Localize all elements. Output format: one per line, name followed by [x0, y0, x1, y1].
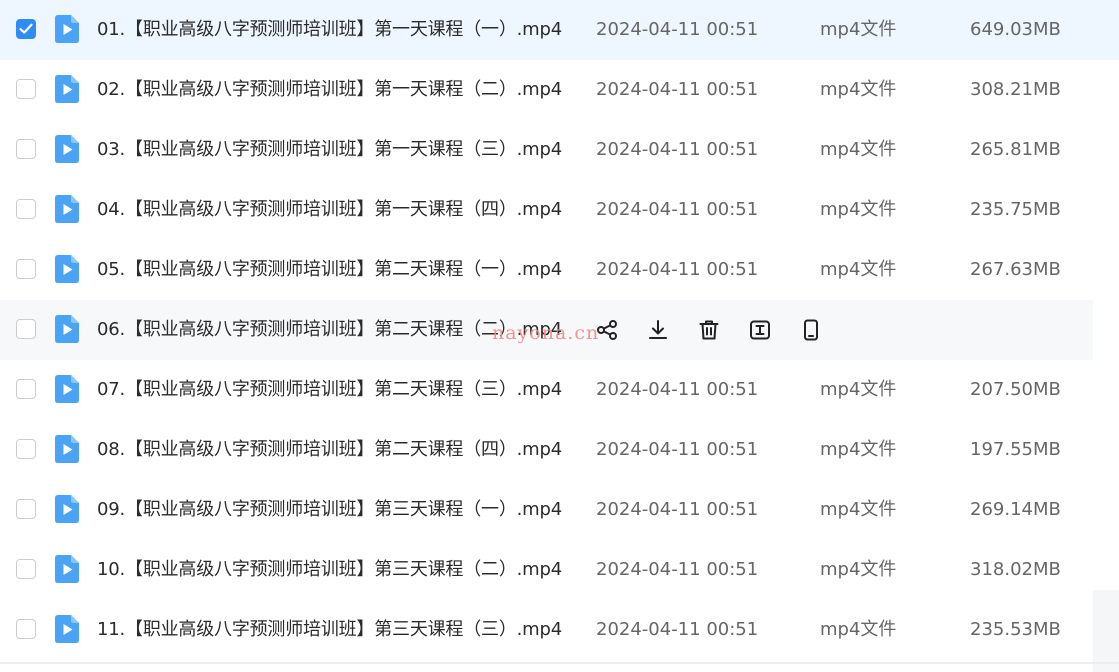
file-size: 235.75MB: [970, 199, 1061, 220]
file-date: 2024-04-11 00:51: [596, 439, 759, 460]
file-size: 235.53MB: [970, 619, 1061, 640]
video-file-icon: [55, 255, 79, 283]
file-row[interactable]: 07.【职业高级八字预测师培训班】第二天课程（三）.mp4 2024-04-11…: [0, 360, 1093, 420]
row-checkbox[interactable]: [16, 199, 36, 219]
file-type: mp4文件: [820, 499, 897, 520]
rename-icon[interactable]: [748, 318, 772, 342]
scrollbar-track[interactable]: [1093, 590, 1119, 672]
row-checkbox[interactable]: [16, 139, 36, 159]
check-icon: [19, 23, 33, 34]
file-type: mp4文件: [820, 259, 897, 280]
file-row[interactable]: 04.【职业高级八字预测师培训班】第一天课程（四）.mp4 2024-04-11…: [0, 180, 1093, 240]
file-name[interactable]: 01.【职业高级八字预测师培训班】第一天课程（一）.mp4: [97, 0, 562, 60]
video-file-icon: [55, 555, 79, 583]
file-date: 2024-04-11 00:51: [596, 259, 759, 280]
file-row[interactable]: 10.【职业高级八字预测师培训班】第三天课程（二）.mp4 2024-04-11…: [0, 540, 1093, 600]
file-type: mp4文件: [820, 379, 897, 400]
file-name[interactable]: 11.【职业高级八字预测师培训班】第三天课程（三）.mp4: [97, 600, 562, 660]
row-checkbox[interactable]: [16, 259, 36, 279]
video-file-icon: [55, 15, 79, 43]
file-row[interactable]: 02.【职业高级八字预测师培训班】第一天课程（二）.mp4 2024-04-11…: [0, 60, 1093, 120]
file-type: mp4文件: [820, 199, 897, 220]
row-checkbox[interactable]: [16, 19, 36, 39]
file-row[interactable]: 03.【职业高级八字预测师培训班】第一天课程（三）.mp4 2024-04-11…: [0, 120, 1093, 180]
file-name[interactable]: 03.【职业高级八字预测师培训班】第一天课程（三）.mp4: [97, 120, 562, 180]
video-file-icon: [55, 495, 79, 523]
phone-icon[interactable]: [799, 318, 823, 342]
file-name[interactable]: 04.【职业高级八字预测师培训班】第一天课程（四）.mp4: [97, 180, 562, 240]
file-row[interactable]: 01.【职业高级八字预测师培训班】第一天课程（一）.mp4 2024-04-11…: [0, 0, 1119, 60]
row-checkbox[interactable]: [16, 319, 36, 339]
file-type: mp4文件: [820, 439, 897, 460]
file-date: 2024-04-11 00:51: [596, 139, 759, 160]
file-name[interactable]: 02.【职业高级八字预测师培训班】第一天课程（二）.mp4: [97, 60, 562, 120]
file-date: 2024-04-11 00:51: [596, 619, 759, 640]
row-checkbox[interactable]: [16, 79, 36, 99]
file-name[interactable]: 05.【职业高级八字预测师培训班】第二天课程（一）.mp4: [97, 240, 562, 300]
file-name[interactable]: 07.【职业高级八字预测师培训班】第二天课程（三）.mp4: [97, 360, 562, 420]
file-size: 308.21MB: [970, 79, 1061, 100]
file-size: 265.81MB: [970, 139, 1061, 160]
file-type: mp4文件: [820, 139, 897, 160]
row-checkbox[interactable]: [16, 499, 36, 519]
row-checkbox[interactable]: [16, 559, 36, 579]
file-date: 2024-04-11 00:51: [596, 379, 759, 400]
file-date: 2024-04-11 00:51: [596, 559, 759, 580]
file-row[interactable]: 05.【职业高级八字预测师培训班】第二天课程（一）.mp4 2024-04-11…: [0, 240, 1093, 300]
video-file-icon: [55, 135, 79, 163]
file-name[interactable]: 10.【职业高级八字预测师培训班】第三天课程（二）.mp4: [97, 540, 562, 600]
file-size: 207.50MB: [970, 379, 1061, 400]
file-size: 318.02MB: [970, 559, 1061, 580]
row-checkbox[interactable]: [16, 379, 36, 399]
file-size: 649.03MB: [970, 19, 1061, 40]
file-type: mp4文件: [820, 559, 897, 580]
watermark-text: nayona.cn: [492, 322, 600, 344]
file-type: mp4文件: [820, 619, 897, 640]
file-size: 267.63MB: [970, 259, 1061, 280]
file-type: mp4文件: [820, 79, 897, 100]
video-file-icon: [55, 375, 79, 403]
file-size: 197.55MB: [970, 439, 1061, 460]
video-file-icon: [55, 195, 79, 223]
file-row[interactable]: 11.【职业高级八字预测师培训班】第三天课程（三）.mp4 2024-04-11…: [0, 600, 1093, 660]
video-file-icon: [55, 435, 79, 463]
row-checkbox[interactable]: [16, 439, 36, 459]
file-row[interactable]: 08.【职业高级八字预测师培训班】第二天课程（四）.mp4 2024-04-11…: [0, 420, 1093, 480]
file-size: 269.14MB: [970, 499, 1061, 520]
file-name[interactable]: 08.【职业高级八字预测师培训班】第二天课程（四）.mp4: [97, 420, 562, 480]
video-file-icon: [55, 315, 79, 343]
file-date: 2024-04-11 00:51: [596, 19, 759, 40]
video-file-icon: [55, 615, 79, 643]
video-file-icon: [55, 75, 79, 103]
file-type: mp4文件: [820, 19, 897, 40]
download-icon[interactable]: [646, 318, 670, 342]
file-date: 2024-04-11 00:51: [596, 499, 759, 520]
file-date: 2024-04-11 00:51: [596, 199, 759, 220]
file-date: 2024-04-11 00:51: [596, 79, 759, 100]
file-name[interactable]: 09.【职业高级八字预测师培训班】第三天课程（一）.mp4: [97, 480, 562, 540]
file-row[interactable]: 09.【职业高级八字预测师培训班】第三天课程（一）.mp4 2024-04-11…: [0, 480, 1093, 540]
row-checkbox[interactable]: [16, 619, 36, 639]
trash-icon[interactable]: [697, 318, 721, 342]
list-bottom-divider: [0, 662, 1119, 664]
